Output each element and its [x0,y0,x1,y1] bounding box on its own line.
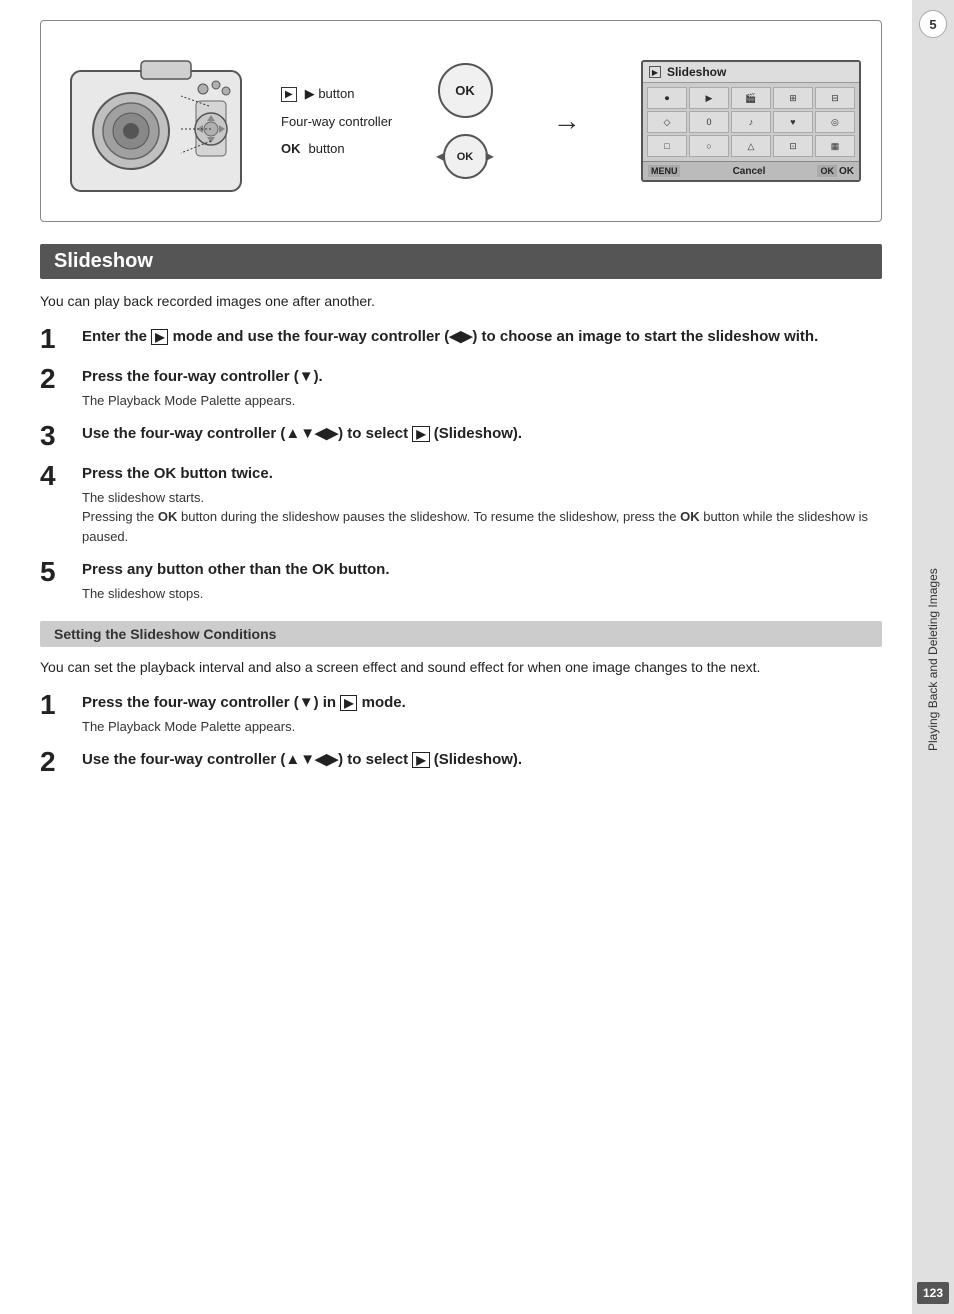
step-5-title: Press any button other than the OK butto… [82,560,882,580]
grid-cell-10: ◎ [815,111,855,133]
camera-diagram: ▶ ▶ button Four-way controller OK button [61,41,392,201]
screen-grid: ⏺ ▶ 🎬 ⊞ ⊟ ◇ 0 ♪ ♥ ◎ □ ○ △ ⊡ ▦ [643,83,859,161]
grid-cell-4: ⊞ [773,87,813,109]
step-5: 5 Press any button other than the OK but… [40,560,882,603]
page-number: 123 [917,1282,949,1304]
step-2: 2 Press the four-way controller (▼). The… [40,367,882,410]
sub-section-title: Setting the Slideshow Conditions [54,626,276,642]
step-5-number: 5 [40,558,68,586]
ok-circle-label: OK [455,83,475,98]
sidebar-text: Playing Back and Deleting Images [925,48,942,1272]
screen-mockup: ▶ Slideshow ⏺ ▶ 🎬 ⊞ ⊟ ◇ 0 ♪ ♥ ◎ □ ○ [641,60,861,182]
step2-2-number: 2 [40,748,68,776]
grid-cell-2: ▶ [689,87,729,109]
step2-1: 1 Press the four-way controller (▼) in ▶… [40,693,882,736]
grid-cell-13: △ [731,135,771,157]
grid-cell-5: ⊟ [815,87,855,109]
right-sidebar: 5 Playing Back and Deleting Images 123 [912,0,954,1314]
step-2-desc: The Playback Mode Palette appears. [82,391,882,411]
grid-cell-14: ⊡ [773,135,813,157]
step2-2-title: Use the four-way controller (▲▼◀▶) to se… [82,750,882,770]
play-button-label-line: ▶ ▶ button [281,86,392,102]
sub-section-heading: Setting the Slideshow Conditions [40,621,882,647]
ok-button-label-line: OK button [281,141,392,156]
step-3-content: Use the four-way controller (▲▼◀▶) to se… [82,424,882,448]
step2-1-desc: The Playback Mode Palette appears. [82,717,882,737]
section-heading: Slideshow [40,244,882,279]
grid-cell-1: ⏺ [647,87,687,109]
step-1-number: 1 [40,325,68,353]
arrow-right: → [553,105,581,137]
grid-cell-3: 🎬 [731,87,771,109]
screen-footer: MENU Cancel OK OK [643,161,859,180]
step-2-number: 2 [40,365,68,393]
step-1-title: Enter the ▶ mode and use the four-way co… [82,327,882,347]
intro-text-2: You can set the playback interval and al… [40,659,882,675]
chapter-number: 5 [929,17,936,32]
section-title: Slideshow [54,250,153,272]
grid-cell-12: ○ [689,135,729,157]
step-4-number: 4 [40,462,68,490]
screen-ok-box-label: OK [817,165,837,177]
step-3-title: Use the four-way controller (▲▼◀▶) to se… [82,424,882,444]
step-4: 4 Press the OK button twice. The slidesh… [40,464,882,546]
intro-text: You can play back recorded images one af… [40,293,882,309]
step-4-content: Press the OK button twice. The slideshow… [82,464,882,546]
play-icon-inline: ▶ [281,87,297,102]
diagram-labels: ▶ ▶ button Four-way controller OK button [281,86,392,156]
ok-circle-small-label: OK [457,151,474,163]
screen-header: ▶ Slideshow [643,62,859,83]
step-5-content: Press any button other than the OK butto… [82,560,882,603]
play-button-label: ▶ button [305,86,355,102]
grid-cell-11: □ [647,135,687,157]
ok-label-bold: OK [281,141,301,156]
step2-1-content: Press the four-way controller (▼) in ▶ m… [82,693,882,736]
camera-illustration [61,41,261,201]
grid-cell-9: ♥ [773,111,813,133]
step-4-desc: The slideshow starts. Pressing the OK bu… [82,488,882,547]
ok-circle-top: OK [438,63,493,118]
screen-ok-box: OK OK [817,165,854,177]
step-1: 1 Enter the ▶ mode and use the four-way … [40,327,882,353]
step2-1-title: Press the four-way controller (▼) in ▶ m… [82,693,882,713]
grid-cell-8: ♪ [731,111,771,133]
step2-2-content: Use the four-way controller (▲▼◀▶) to se… [82,750,882,774]
screen-play-icon: ▶ [649,66,661,78]
ok-button-label: button [309,141,345,156]
grid-cell-6: ◇ [647,111,687,133]
four-way-label-line: Four-way controller [281,114,392,129]
step2-1-number: 1 [40,691,68,719]
chapter-circle: 5 [919,10,947,38]
diagram-box: ▶ ▶ button Four-way controller OK button… [40,20,882,222]
step-1-content: Enter the ▶ mode and use the four-way co… [82,327,882,351]
screen-cancel-label: Cancel [733,166,766,177]
step-3-number: 3 [40,422,68,450]
ok-circles-area: OK ◀ OK ▶ [438,63,493,179]
step2-2: 2 Use the four-way controller (▲▼◀▶) to … [40,750,882,776]
grid-cell-15: ▦ [815,135,855,157]
step-2-title: Press the four-way controller (▼). [82,367,882,387]
step-2-content: Press the four-way controller (▼). The P… [82,367,882,410]
ok-circle-bottom: ◀ OK ▶ [443,134,488,179]
screen-ok-text: OK [839,166,854,177]
screen-menu-label: MENU [648,165,681,177]
screen-title: Slideshow [667,65,726,79]
four-way-label: Four-way controller [281,114,392,129]
grid-cell-7: 0 [689,111,729,133]
step-3: 3 Use the four-way controller (▲▼◀▶) to … [40,424,882,450]
step-5-desc: The slideshow stops. [82,584,882,604]
step-4-title: Press the OK button twice. [82,464,882,484]
